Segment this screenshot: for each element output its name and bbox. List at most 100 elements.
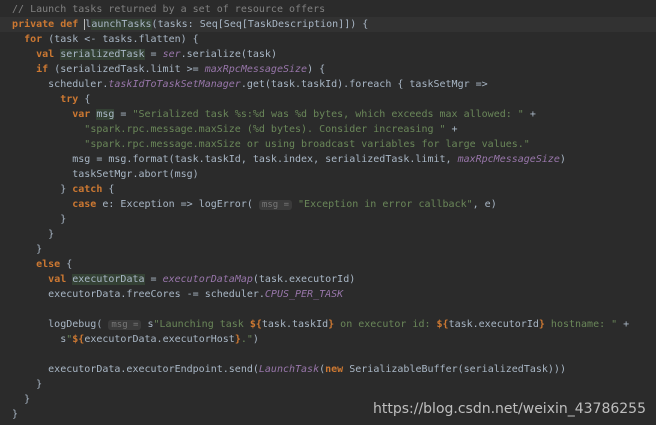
code-token: = xyxy=(144,274,163,285)
code-token: ) { xyxy=(307,64,326,75)
code-token: + xyxy=(617,319,630,330)
code-token: serializedTask xyxy=(60,49,145,60)
code-token: } xyxy=(0,184,73,195)
code-token: executorData xyxy=(72,274,145,285)
code-token: } xyxy=(0,229,55,240)
code-token: taskSetMgr.abort(msg) xyxy=(0,169,199,180)
code-line[interactable]: val serializedTask = ser.serialize(task) xyxy=(0,47,656,62)
code-token: , e) xyxy=(472,199,497,210)
code-token: s xyxy=(0,334,67,345)
code-string: "Serialized task %s:%d was %d bytes, whi… xyxy=(132,109,524,120)
code-line[interactable]: private def launchTasks(tasks: Seq[Seq[T… xyxy=(0,17,656,32)
code-token: .get(task.taskId).foreach { taskSetMgr =… xyxy=(240,79,488,90)
code-token: } xyxy=(0,379,43,390)
code-string: "Launching task xyxy=(153,319,250,330)
code-field-reference: LaunchTask xyxy=(258,364,320,375)
code-editor[interactable]: // Launch tasks returned by a set of res… xyxy=(0,0,656,425)
code-token: + xyxy=(523,109,536,120)
code-token: } xyxy=(0,244,43,255)
code-line[interactable] xyxy=(0,302,656,317)
code-token: (serializedTask.limit >= xyxy=(54,64,205,75)
code-line[interactable] xyxy=(0,347,656,362)
code-keyword: ${ xyxy=(436,319,449,330)
code-token: } xyxy=(0,409,19,420)
code-token: (tasks: Seq[Seq[TaskDescription]]) { xyxy=(151,19,369,30)
code-keyword: else xyxy=(36,259,67,270)
code-keyword: ${ xyxy=(249,319,262,330)
code-keyword: try xyxy=(60,94,85,105)
code-token: msg xyxy=(96,109,115,120)
code-field-reference: maxRpcMessageSize xyxy=(457,154,560,165)
code-token: } xyxy=(0,214,67,225)
code-token: } xyxy=(0,394,31,405)
code-line[interactable]: executorData.executorEndpoint.send(Launc… xyxy=(0,362,656,377)
code-token: ) xyxy=(559,154,566,165)
code-token: executorData.freeCores -= scheduler. xyxy=(0,289,265,300)
code-field-reference: taskIdToTaskSetManager xyxy=(108,79,241,90)
code-string: "spark.rpc.message.maxSize (%d bytes). C… xyxy=(84,124,446,135)
code-field-reference: maxRpcMessageSize xyxy=(204,64,308,75)
code-token: s xyxy=(141,319,154,330)
code-token: executorData.executorHost xyxy=(84,334,235,345)
code-keyword: for xyxy=(24,34,49,45)
code-line[interactable]: msg = msg.format(task.taskId, task.index… xyxy=(0,152,656,167)
code-keyword: private def xyxy=(12,19,85,30)
code-line[interactable]: s"${executorData.executorHost}.") xyxy=(0,332,656,347)
code-line[interactable]: val executorData = executorDataMap(task.… xyxy=(0,272,656,287)
code-token: scheduler. xyxy=(0,79,109,90)
code-string: ." xyxy=(240,334,253,345)
code-line[interactable]: "spark.rpc.message.maxSize (%d bytes). C… xyxy=(0,122,656,137)
parameter-hint: msg = xyxy=(108,320,142,330)
code-line[interactable]: "spark.rpc.message.maxSize or using broa… xyxy=(0,137,656,152)
code-token: aunchTasks xyxy=(91,19,152,30)
code-line[interactable]: logDebug( msg = s"Launching task ${task.… xyxy=(0,317,656,332)
code-token: logDebug( xyxy=(0,319,109,330)
code-keyword: case xyxy=(72,199,103,210)
code-keyword: val xyxy=(48,274,73,285)
parameter-hint: msg = xyxy=(258,200,292,210)
code-token: e: Exception => logError( xyxy=(102,199,259,210)
code-line[interactable]: case e: Exception => logError( msg = "Ex… xyxy=(0,197,656,212)
code-line[interactable]: // Launch tasks returned by a set of res… xyxy=(0,2,656,17)
code-line[interactable]: taskSetMgr.abort(msg) xyxy=(0,167,656,182)
code-string: on executor id: xyxy=(334,319,437,330)
code-keyword: ${ xyxy=(72,334,85,345)
code-comment: // Launch tasks returned by a set of res… xyxy=(0,4,326,15)
code-line[interactable]: } xyxy=(0,242,656,257)
code-line[interactable]: if (serializedTask.limit >= maxRpcMessag… xyxy=(0,62,656,77)
code-line[interactable]: } xyxy=(0,212,656,227)
code-line[interactable]: var msg = "Serialized task %s:%d was %d … xyxy=(0,107,656,122)
code-line[interactable]: for (task <- tasks.flatten) { xyxy=(0,32,656,47)
code-token: + xyxy=(445,124,458,135)
code-line[interactable]: } xyxy=(0,227,656,242)
code-line[interactable]: } catch { xyxy=(0,182,656,197)
code-line[interactable]: try { xyxy=(0,92,656,107)
code-token: msg = msg.format(task.taskId, task.index… xyxy=(0,154,458,165)
code-keyword: if xyxy=(36,64,55,75)
code-token: (task <- tasks.flatten) { xyxy=(48,34,199,45)
code-line[interactable]: else { xyxy=(0,257,656,272)
code-field-reference: CPUS_PER_TASK xyxy=(264,289,344,300)
code-token: (task.executorId) xyxy=(252,274,356,285)
code-line[interactable]: executorData.freeCores -= scheduler.CPUS… xyxy=(0,287,656,302)
code-token: = xyxy=(144,49,163,60)
code-token: { xyxy=(108,184,115,195)
code-token: ) xyxy=(252,334,259,345)
code-string: "spark.rpc.message.maxSize or using broa… xyxy=(84,139,530,150)
code-keyword: catch xyxy=(72,184,109,195)
watermark-url: https://blog.csdn.net/weixin_43786255 xyxy=(372,401,646,417)
code-line[interactable]: } xyxy=(0,377,656,392)
code-keyword: var xyxy=(72,109,97,120)
code-keyword: val xyxy=(36,49,61,60)
code-line[interactable]: scheduler.taskIdToTaskSetManager.get(tas… xyxy=(0,77,656,92)
code-token: .serialize(task) xyxy=(180,49,277,60)
